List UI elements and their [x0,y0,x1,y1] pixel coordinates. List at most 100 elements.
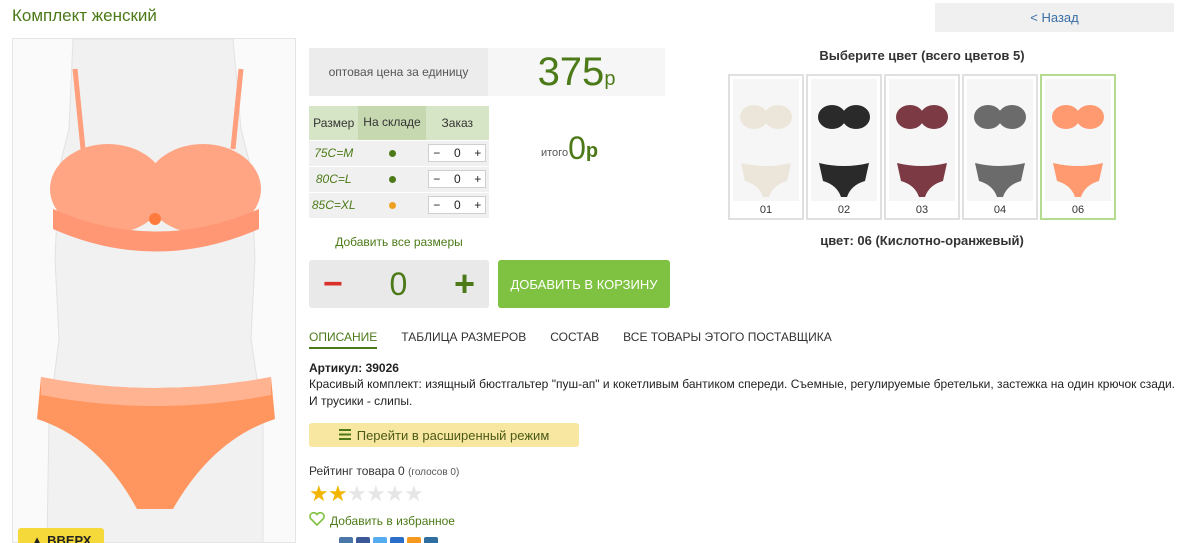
order-header: Заказ [425,106,489,140]
product-image[interactable] [12,38,296,543]
total-currency: р [585,140,599,162]
back-link[interactable]: < Назад [935,3,1174,32]
size-quantity-value[interactable]: 0 [454,172,461,186]
facebook-icon[interactable] [356,537,370,543]
color-swatch-number: 04 [993,204,1007,216]
list-icon [338,428,351,443]
color-swatch[interactable]: 02 [806,74,882,220]
stock-indicator [358,165,426,192]
star-icon[interactable]: ★ [385,483,405,505]
quantity-value[interactable]: 0 [390,266,408,303]
stock-header: На складе [358,106,426,140]
decrease-icon[interactable]: − [433,198,440,212]
size-quantity-stepper[interactable]: −0 + [428,144,487,162]
product-tabs: ОПИСАНИЕ ТАБЛИЦА РАЗМЕРОВ СОСТАВ ВСЕ ТОВ… [309,330,856,349]
extended-mode-button[interactable]: Перейти в расширенный режим [309,423,579,447]
odnoklassniki-icon[interactable] [407,537,421,543]
add-all-sizes-link[interactable]: Добавить все размеры [309,235,489,249]
extended-mode-label: Перейти в расширенный режим [356,427,550,443]
color-picker-title: Выберите цвет (всего цветов 5) [819,48,1025,63]
rating-votes: (голосов 0) [408,467,460,478]
order-cell: −0 + [425,191,489,218]
stock-indicator [358,139,426,166]
product-rating: Рейтинг товара 0 (голосов 0) [309,464,459,478]
stock-dot-icon [388,150,396,157]
stock-indicator [358,191,426,218]
star-icon[interactable]: ★ [309,483,329,505]
mailru-icon[interactable] [390,537,404,543]
favorites-label: Добавить в избранное [330,513,455,528]
size-row: 75C=M −0 + [309,139,489,166]
size-table: Размер На складе Заказ 75C=M −0 +80C=L −0 +8… [309,106,489,218]
rating-label: Рейтинг товара [309,464,395,478]
page-title: Комплект женский [12,6,157,25]
order-cell: −0 + [425,165,489,192]
price-value: 375 р [488,48,665,96]
mannequin-illustration [13,39,295,542]
tab-description[interactable]: ОПИСАНИЕ [309,330,378,349]
price-number: 375 [537,49,605,94]
total-amount: итого 0 р [541,130,598,167]
size-label: 85C=XL [309,191,359,218]
size-quantity-stepper[interactable]: −0 + [428,170,487,188]
increase-icon[interactable]: + [474,172,481,186]
product-description: Красивый комплект: изящный бюстгальтер "… [309,377,1175,409]
size-row: 80C=L −0 + [309,165,489,192]
color-swatch-image [1045,79,1111,201]
size-label: 75C=M [309,139,359,166]
tab-size-chart[interactable]: ТАБЛИЦА РАЗМЕРОВ [401,330,526,349]
price-box: оптовая цена за единицу 375 р [309,48,665,96]
tab-supplier-products[interactable]: ВСЕ ТОВАРЫ ЭТОГО ПОСТАВЩИКА [623,330,832,349]
quantity-stepper: − 0 + [309,260,489,308]
size-quantity-stepper[interactable]: −0 + [428,196,487,215]
color-swatch-number: 01 [759,204,773,216]
color-swatch-number: 03 [915,204,929,216]
stock-dot-icon [388,202,396,210]
color-swatch-number: 02 [837,204,851,216]
heart-icon [309,511,325,529]
decrease-quantity-button[interactable]: − [323,267,343,301]
rating-stars[interactable]: ★ ★ ★ ★ ★ ★ [309,483,424,505]
vk-icon[interactable] [339,537,353,543]
increase-icon[interactable]: + [474,146,481,160]
increase-icon[interactable]: + [474,198,481,212]
color-swatch[interactable]: 04 [962,74,1038,220]
price-currency: р [604,67,616,90]
rating-value: 0 [398,464,405,478]
color-swatch[interactable]: 03 [884,74,960,220]
stock-dot-icon [388,176,396,183]
size-label: 80C=L [309,165,359,192]
total-value: 0 [568,130,586,166]
color-swatch-image [811,79,877,201]
add-to-cart-button[interactable]: ДОБАВИТЬ В КОРЗИНУ [498,260,670,308]
size-quantity-value[interactable]: 0 [454,146,461,160]
decrease-icon[interactable]: − [433,172,440,186]
star-icon[interactable]: ★ [347,483,367,505]
star-icon[interactable]: ★ [404,483,424,505]
order-cell: −0 + [425,139,489,166]
size-row: 85C=XL −0 + [309,191,489,218]
social-share-icons [339,537,438,543]
total-label: итого [541,147,569,159]
decrease-icon[interactable]: − [433,146,440,160]
tab-composition[interactable]: СОСТАВ [550,330,599,349]
star-icon[interactable]: ★ [366,483,386,505]
color-swatch[interactable]: 06 [1040,74,1116,220]
color-swatches: 01 02 03 04 06 [728,74,1116,220]
price-label: оптовая цена за единицу [309,48,488,96]
increase-quantity-button[interactable]: + [454,266,475,302]
star-icon[interactable]: ★ [328,483,348,505]
selected-color-label: цвет: 06 (Кислотно-оранжевый) [820,233,1024,248]
color-swatch[interactable]: 01 [728,74,804,220]
twitter-icon[interactable] [373,537,387,543]
size-header: Размер [309,106,359,140]
article-number: Артикул: 39026 [309,361,399,375]
color-swatch-image [889,79,955,201]
to-top-button[interactable]: ▲ ВВЕРХ [18,528,104,543]
color-swatch-image [967,79,1033,201]
livejournal-icon[interactable] [424,537,438,543]
size-quantity-value[interactable]: 0 [454,198,461,212]
color-swatch-image [733,79,799,201]
color-swatch-number: 06 [1071,204,1085,216]
add-to-favorites-link[interactable]: Добавить в избранное [309,511,455,529]
